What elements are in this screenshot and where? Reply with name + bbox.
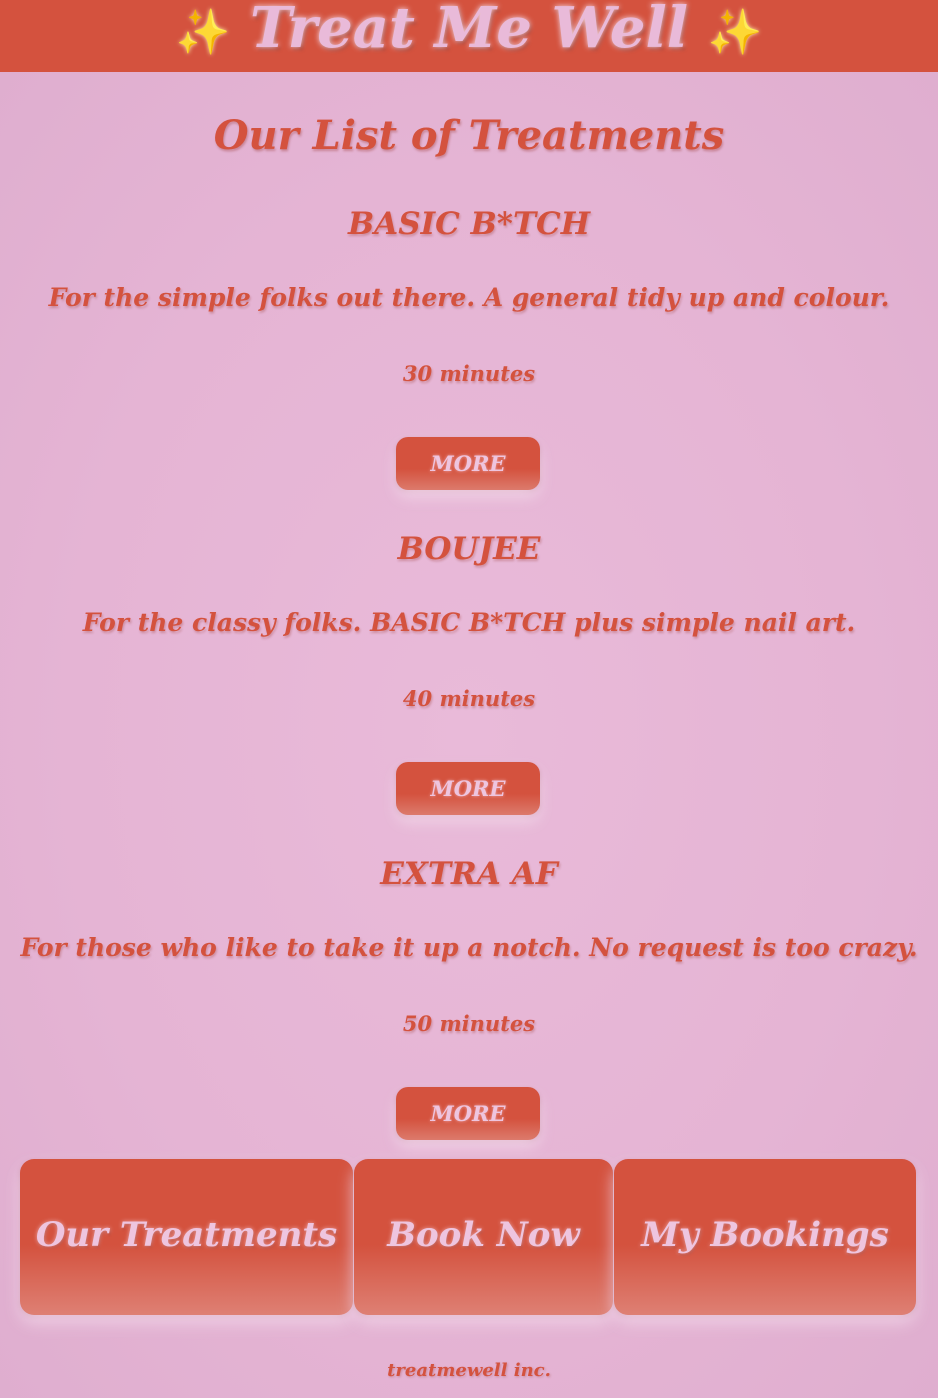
treatment-name: BASIC B*TCH	[347, 206, 591, 242]
footer-text: treatmewell inc.	[387, 1360, 551, 1381]
treatment-name: BOUJEE	[397, 531, 541, 567]
bottom-nav: Our Treatments Book Now My Bookings	[20, 1159, 916, 1315]
treatment-duration: 40 minutes	[402, 686, 536, 711]
site-title: ✨ Treat Me Well ✨	[0, 0, 938, 69]
site-header: ✨ Treat Me Well ✨	[0, 0, 938, 72]
sparkle-icon: ✨	[175, 7, 231, 58]
nav-my-bookings-button[interactable]: My Bookings	[614, 1159, 916, 1315]
sparkle-icon: ✨	[707, 7, 763, 58]
treatment-card: BOUJEE For the classy folks. BASIC B*TCH…	[0, 527, 938, 827]
treatment-duration: 50 minutes	[402, 1011, 536, 1036]
nav-our-treatments-button[interactable]: Our Treatments	[20, 1159, 353, 1315]
treatment-description: For the simple folks out there. A genera…	[48, 283, 890, 312]
treatment-name: EXTRA AF	[380, 856, 558, 892]
treatment-description: For the classy folks. BASIC B*TCH plus s…	[82, 608, 856, 637]
page-title: Our List of Treatments	[213, 112, 725, 159]
treatment-description: For those who like to take it up a notch…	[20, 933, 918, 962]
treatment-card: EXTRA AF For those who like to take it u…	[0, 852, 938, 1152]
treatment-card: BASIC B*TCH For the simple folks out the…	[0, 202, 938, 502]
treatment-duration: 30 minutes	[402, 361, 536, 386]
site-title-text: Treat Me Well	[250, 0, 688, 61]
more-button[interactable]: MORE	[396, 1087, 540, 1140]
more-button[interactable]: MORE	[396, 437, 540, 490]
nav-book-now-button[interactable]: Book Now	[354, 1159, 613, 1315]
more-button[interactable]: MORE	[396, 762, 540, 815]
